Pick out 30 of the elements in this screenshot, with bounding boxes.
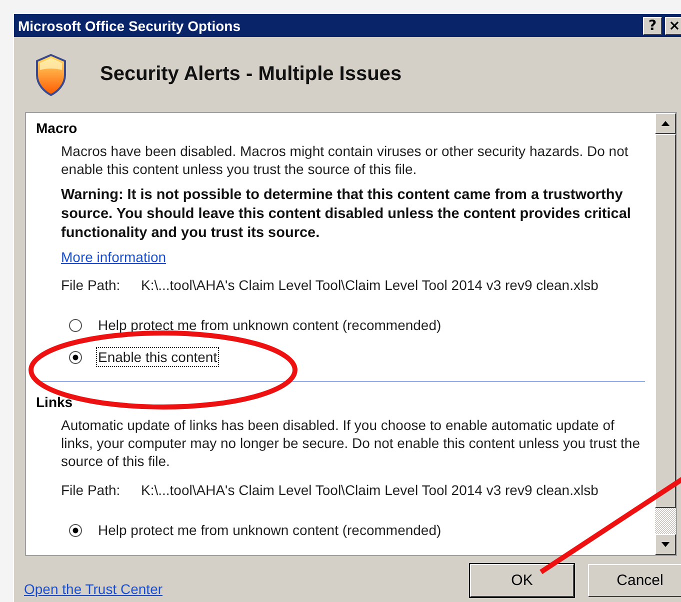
- file-path-value: K:\...tool\AHA's Claim Level Tool\Claim Level Tool 2014 v3 rev9 clean.xlsb: [141, 482, 598, 498]
- file-path-value: K:\...tool\AHA's Claim Level Tool\Claim Level Tool 2014 v3 rev9 clean.xlsb: [141, 277, 598, 293]
- cancel-button[interactable]: Cancel: [588, 564, 681, 596]
- ok-button[interactable]: OK: [470, 564, 574, 596]
- option-label[interactable]: Help protect me from unknown content (recommended): [96, 315, 444, 335]
- help-button[interactable]: ?: [643, 16, 662, 34]
- option-label[interactable]: Help protect me from unknown content (recommended): [96, 520, 444, 540]
- more-information-link[interactable]: More information: [61, 249, 166, 265]
- description-text: Automatic update of links has been disabled. If you choose to enable automatic update of links, your computer may no longer be secure. Do not enable this content unless you trust the source of this file.: [61, 416, 641, 470]
- radio-button[interactable]: [69, 350, 82, 364]
- section-heading: Links: [36, 394, 74, 410]
- up-arrow-icon: [661, 121, 670, 126]
- radio-button[interactable]: [69, 524, 82, 536]
- option-label[interactable]: Enable this content: [96, 347, 220, 367]
- scroll-up-button[interactable]: [655, 113, 676, 134]
- warning-text: Warning: It is not possible to determine that this content came from a trustworthy source. You should leave this content disabled unless the content provides critical functionality and you trust its source.: [61, 186, 632, 243]
- file-path-label: File Path:: [61, 482, 122, 498]
- shield-icon: [35, 52, 67, 96]
- trust-center-link[interactable]: Open the Trust Center: [24, 581, 163, 597]
- file-path-label: File Path:: [61, 277, 122, 293]
- scrollbar[interactable]: [655, 112, 677, 556]
- scroll-down-button[interactable]: [655, 534, 676, 555]
- dialog-heading: Security Alerts - Multiple Issues: [100, 63, 402, 86]
- description-text: Macros have been disabled. Macros might contain viruses or other security hazards. Do not enable this content unless you trust the source of this file.: [61, 142, 630, 178]
- section-heading: Macro: [36, 120, 78, 136]
- scroll-thumb[interactable]: [655, 134, 676, 508]
- radio-button[interactable]: [69, 318, 82, 332]
- window-title: Microsoft Office Security Options: [18, 18, 242, 34]
- down-arrow-icon: [661, 542, 670, 547]
- close-button[interactable]: ×: [665, 16, 681, 34]
